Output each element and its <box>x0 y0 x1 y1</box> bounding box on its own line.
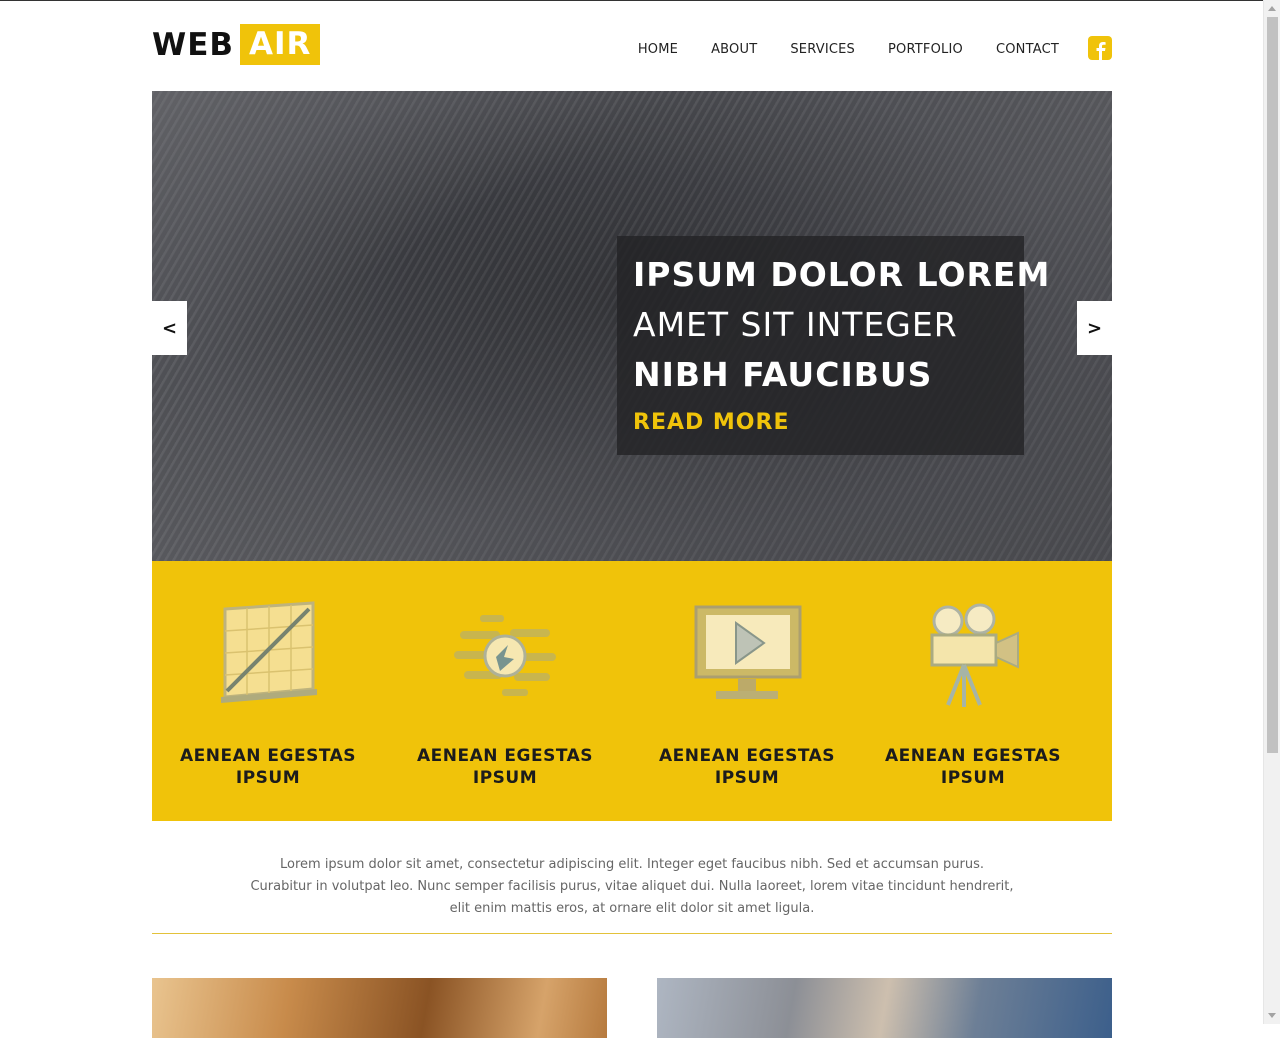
feature-item[interactable]: AENEAN EGESTAS IPSUM <box>647 601 847 789</box>
page-scrollbar[interactable] <box>1263 0 1280 1024</box>
features-band: AENEAN EGESTAS IPSUM AENEAN EGESTAS IPSUM <box>152 561 1112 821</box>
feature-item[interactable]: AENEAN EGESTAS IPSUM <box>405 601 605 789</box>
feature-item[interactable]: AENEAN EGESTAS IPSUM <box>873 601 1073 789</box>
site-logo[interactable]: WEB AIR <box>152 24 321 65</box>
hero-title-line2: AMET SIT INTEGER <box>633 305 958 344</box>
section-divider <box>152 933 1112 934</box>
feature-item[interactable]: AENEAN EGESTAS IPSUM <box>168 601 368 789</box>
logo-text-air: AIR <box>240 24 321 65</box>
main-nav: HOME ABOUT SERVICES PORTFOLIO CONTACT <box>605 36 1112 60</box>
intro-paragraph: Lorem ipsum dolor sit amet, consectetur … <box>250 857 1014 916</box>
video-camera-icon <box>930 603 1019 707</box>
scroll-up-arrow-icon[interactable] <box>1268 6 1276 11</box>
facebook-icon[interactable] <box>1088 36 1112 60</box>
nav-contact[interactable]: CONTACT <box>996 42 1059 57</box>
nav-portfolio[interactable]: PORTFOLIO <box>888 42 963 57</box>
portfolio-thumbnail[interactable] <box>657 978 1112 1038</box>
scroll-down-arrow-icon[interactable] <box>1268 1013 1276 1018</box>
hero-title-line1: IPSUM DOLOR LOREM <box>633 255 1051 294</box>
feature-title: AENEAN EGESTAS IPSUM <box>884 746 1061 788</box>
scrollbar-thumb[interactable] <box>1267 17 1278 753</box>
feature-title: AENEAN EGESTAS IPSUM <box>179 746 356 788</box>
chart-icon <box>221 601 317 703</box>
nav-about[interactable]: ABOUT <box>711 42 757 57</box>
hero-caption: IPSUM DOLOR LOREM AMET SIT INTEGER NIBH … <box>617 236 1051 455</box>
hero-slider: IPSUM DOLOR LOREM AMET SIT INTEGER NIBH … <box>152 91 1112 561</box>
top-border <box>0 0 1280 1</box>
globe-icon <box>454 615 556 696</box>
feature-title: AENEAN EGESTAS IPSUM <box>658 746 835 788</box>
feature-title: AENEAN EGESTAS IPSUM <box>416 746 593 788</box>
slider-prev-button[interactable]: < <box>152 301 187 355</box>
nav-home[interactable]: HOME <box>638 42 678 57</box>
logo-text-web: WEB <box>152 26 234 63</box>
slider-next-button[interactable]: > <box>1077 301 1112 355</box>
read-more-link[interactable]: READ MORE <box>633 410 1008 435</box>
monitor-icon <box>694 605 802 699</box>
hero-title-line3: NIBH FAUCIBUS <box>633 355 933 394</box>
portfolio-thumbnail[interactable] <box>152 978 607 1038</box>
nav-services[interactable]: SERVICES <box>790 42 855 57</box>
